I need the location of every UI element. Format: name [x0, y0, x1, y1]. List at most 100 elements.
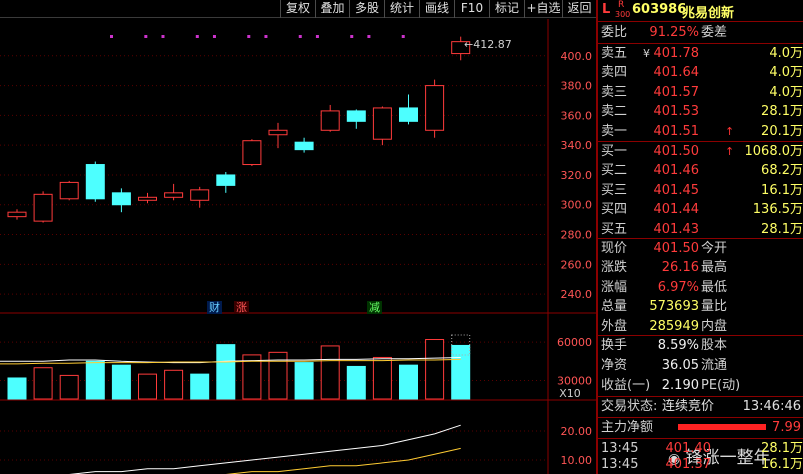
volume-axis-label: 30000 [557, 375, 592, 388]
bid-row[interactable]: 买一 ↑ 401.50 1068.0万 [598, 142, 803, 161]
mark-button[interactable]: 标记 [489, 0, 524, 18]
ask-row[interactable]: 卖五 ¥401.78 4.0万 [598, 44, 803, 63]
kline-chart[interactable]: 400.0 380.0 360.0 340.0 320.0 300.0 280.0 260.0… [0, 19, 596, 474]
bid-row[interactable]: 买三 401.45 16.1万 [598, 181, 803, 200]
stat2-row[interactable]: 净资 36.05 流通 [598, 356, 803, 375]
volume-bar [320, 345, 340, 400]
volume-bar [294, 362, 314, 400]
ask-label: 卖二 [601, 104, 628, 120]
stat2-label: 净资 [601, 357, 628, 373]
ask-price: 401.64 [653, 65, 700, 81]
bid-mark: ↑ [725, 145, 735, 158]
ask-volume: 28.1万 [761, 104, 803, 120]
draw-line-button[interactable]: 画线 [419, 0, 454, 18]
stat2-value: 2.190 [661, 377, 699, 393]
price-axis-label: 380.0 [561, 80, 593, 93]
stat-row[interactable]: 涨幅 6.97% 最低 [598, 278, 803, 297]
ask-row[interactable]: 卖一 ↑ 401.51 20.1万 [598, 122, 803, 141]
stat2-row[interactable]: 收益(一) 2.190 PE(动) [598, 376, 803, 395]
volume-bar [138, 373, 157, 400]
stat-row[interactable]: 外盘 285949 内盘 [598, 317, 803, 336]
candle-body [164, 192, 184, 198]
candle-body [216, 174, 236, 186]
stat2-label-2: 流通 [701, 357, 728, 373]
ask-row[interactable]: 卖二 401.53 28.1万 [598, 102, 803, 121]
price-axis-label: 300.0 [561, 199, 593, 212]
ask-row[interactable]: 卖三 401.57 4.0万 [598, 83, 803, 102]
candle-body [320, 110, 340, 131]
signal-dot [315, 35, 319, 38]
volume-bar [190, 373, 210, 400]
flag-label: L [602, 2, 611, 17]
stat2-value: 8.59% [657, 338, 699, 353]
volume-bar [111, 364, 131, 400]
main-net-row: 主力净额 7.99 [601, 420, 801, 435]
bid-volume: 16.1万 [761, 182, 803, 198]
tick-row[interactable]: 13:45 401.37 16.1万 [598, 455, 803, 474]
price-axis-label: 260.0 [561, 258, 593, 271]
bid-label: 买一 [601, 144, 628, 159]
back-button[interactable]: 返回 [562, 0, 596, 18]
price-axis-label: 400.0 [561, 50, 593, 63]
event-marker-rise[interactable]: 涨 [234, 301, 249, 314]
bid-volume: 28.1万 [761, 221, 803, 237]
candle-body [59, 181, 79, 200]
price-axis-label: 320.0 [561, 169, 593, 182]
stat2-label-2: 股本 [701, 338, 728, 353]
volume-unit-label: X10 [559, 387, 581, 400]
bid-row[interactable]: 买四 401.44 136.5万 [598, 200, 803, 219]
candle [138, 192, 157, 204]
f10-button[interactable]: F10 [454, 0, 489, 18]
price-axis-label: 360.0 [561, 109, 593, 122]
event-marker-finance[interactable]: 财 [207, 301, 222, 314]
ask-row[interactable]: 卖四 401.64 4.0万 [598, 63, 803, 82]
stat-label-2: 量比 [701, 299, 728, 315]
signal-dot [401, 35, 405, 38]
bid-price: 401.44 [653, 202, 700, 218]
volume-axis-label: 60000 [557, 336, 592, 349]
candle [294, 137, 314, 153]
candle [216, 171, 236, 193]
price-axis-label: 240.0 [561, 288, 593, 301]
bid-label: 买四 [601, 202, 628, 218]
signal-dot [350, 35, 354, 38]
stat-value: 285949 [649, 318, 699, 334]
stat-row[interactable]: 涨跌 26.16 最高 [598, 258, 803, 277]
ask-mark: ¥ [643, 47, 650, 60]
overlay-button[interactable]: 叠加 [315, 0, 349, 18]
candle-body [138, 196, 157, 201]
stock-code: 603986 [632, 2, 687, 17]
candle [320, 104, 340, 132]
restore-rights-button[interactable]: 复权 [280, 0, 315, 18]
signal-dot [161, 35, 165, 38]
event-marker-reduce[interactable]: 减 [367, 301, 382, 314]
bid-row[interactable]: 买二 401.46 68.2万 [598, 161, 803, 180]
candle [425, 79, 445, 138]
multi-stock-button[interactable]: 多股 [349, 0, 384, 18]
add-watchlist-button[interactable]: +自选 [524, 0, 562, 18]
volume-bar [425, 339, 445, 400]
stat2-row[interactable]: 换手 8.59% 股本 [598, 336, 803, 355]
volume-bar [216, 344, 236, 400]
stat2-label: 换手 [601, 338, 628, 353]
stat-row[interactable]: 总量 573693 量比 [598, 297, 803, 316]
ask-price: 401.51 [653, 123, 700, 139]
chart-area[interactable]: 400.0 380.0 360.0 340.0 320.0 300.0 280.0 260.0… [0, 19, 596, 474]
statistics-button[interactable]: 统计 [384, 0, 419, 18]
candle [268, 122, 288, 149]
stat-label-2: 内盘 [701, 318, 728, 334]
stat-label-2: 今开 [701, 241, 728, 256]
candle-body [294, 141, 314, 151]
volume-bar [85, 360, 105, 400]
volume-bar [268, 351, 288, 400]
weibi-row: 委比 91.25% 委差 [601, 25, 728, 40]
ask-price: 401.78 [653, 46, 700, 61]
candle [111, 188, 131, 213]
candle [33, 191, 53, 223]
stat-row[interactable]: 现价 401.50 今开 [598, 239, 803, 258]
tick-price: 401.37 [665, 457, 712, 472]
candle [7, 209, 27, 220]
stat-label: 现价 [601, 241, 628, 256]
bid-row[interactable]: 买五 401.43 28.1万 [598, 220, 803, 239]
bid-volume: 136.5万 [752, 202, 803, 218]
